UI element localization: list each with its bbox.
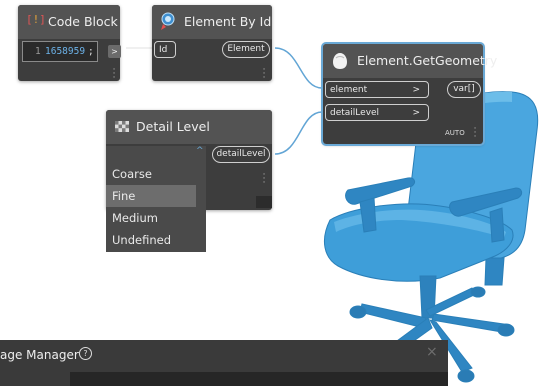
element-input-label: element xyxy=(330,85,368,95)
id-port-label: Id xyxy=(159,45,168,55)
help-icon[interactable]: ? xyxy=(79,347,92,360)
dialog-content-area xyxy=(70,372,448,386)
element-search-icon xyxy=(161,12,175,30)
detail-level-dropdown[interactable]: ^ Coarse Fine Medium Undefined xyxy=(106,146,206,252)
detaillevel-input-port[interactable]: detailLevel > xyxy=(325,104,429,121)
help-glyph: ? xyxy=(83,349,88,358)
detail-level-header[interactable]: Detail Level xyxy=(106,110,272,144)
resize-grip-icon[interactable] xyxy=(256,196,272,208)
curly-braces-icon: [!] xyxy=(26,13,46,26)
detaillevel-port-label: detailLevel xyxy=(216,149,266,159)
package-manager-title: age Manager xyxy=(0,348,79,362)
get-geometry-header[interactable]: Element.GetGeometry xyxy=(323,44,497,78)
code-editor[interactable]: 1 1658959 ; xyxy=(22,41,98,62)
element-by-id-header[interactable]: Element By Id xyxy=(152,5,272,39)
code-output-port[interactable]: > xyxy=(108,45,121,58)
var-output-port[interactable]: var[] xyxy=(447,81,481,98)
dropdown-option-fine[interactable]: Fine xyxy=(106,185,196,207)
code-value: 1658959 xyxy=(45,46,86,57)
element-by-id-node[interactable]: Element By Id Id Element · · · xyxy=(152,5,272,83)
detaillevel-input-arrow: > xyxy=(412,108,420,118)
get-geometry-title: Element.GetGeometry xyxy=(357,53,498,68)
detail-level-title: Detail Level xyxy=(136,119,210,134)
detaillevel-output-port[interactable]: detailLevel xyxy=(212,146,270,163)
package-manager-dialog[interactable]: age Manager ? × xyxy=(0,340,448,386)
get-geometry-node[interactable]: Element.GetGeometry element > detailLeve… xyxy=(321,42,497,146)
dropdown-option-coarse[interactable]: Coarse xyxy=(106,163,206,185)
code-block-node[interactable]: [!] Code Block 1 1658959 ; > · · · xyxy=(18,5,121,83)
node-menu-dots-icon[interactable]: · · · xyxy=(473,125,477,142)
checker-icon xyxy=(115,121,129,132)
element-input-port[interactable]: element > xyxy=(325,81,429,98)
node-menu-dots-icon[interactable]: · · · xyxy=(262,171,266,188)
element-input-arrow: > xyxy=(412,85,420,95)
var-port-label: var[] xyxy=(453,84,475,94)
node-menu-dots-icon[interactable]: · · · xyxy=(262,66,266,83)
element-port-label: Element xyxy=(227,44,265,54)
code-terminator: ; xyxy=(88,46,94,57)
dropdown-option-undefined[interactable]: Undefined xyxy=(106,229,206,251)
element-by-id-title: Element By Id xyxy=(184,14,272,29)
chevron-up-icon[interactable]: ^ xyxy=(196,146,204,156)
code-line-number: 1 xyxy=(35,46,41,57)
id-input-port[interactable]: Id xyxy=(154,41,176,58)
geometry-blob-icon xyxy=(333,53,347,69)
code-block-title: Code Block xyxy=(48,14,118,29)
close-icon[interactable]: × xyxy=(426,344,438,360)
code-block-header[interactable]: [!] Code Block xyxy=(18,5,120,39)
dropdown-option-medium[interactable]: Medium xyxy=(106,207,206,229)
node-menu-dots-icon[interactable]: · · · xyxy=(112,66,116,83)
element-output-port[interactable]: Element xyxy=(222,41,270,58)
output-arrow-glyph: > xyxy=(111,47,118,56)
detaillevel-input-label: detailLevel xyxy=(330,108,380,118)
lacing-label[interactable]: AUTO xyxy=(445,129,465,137)
